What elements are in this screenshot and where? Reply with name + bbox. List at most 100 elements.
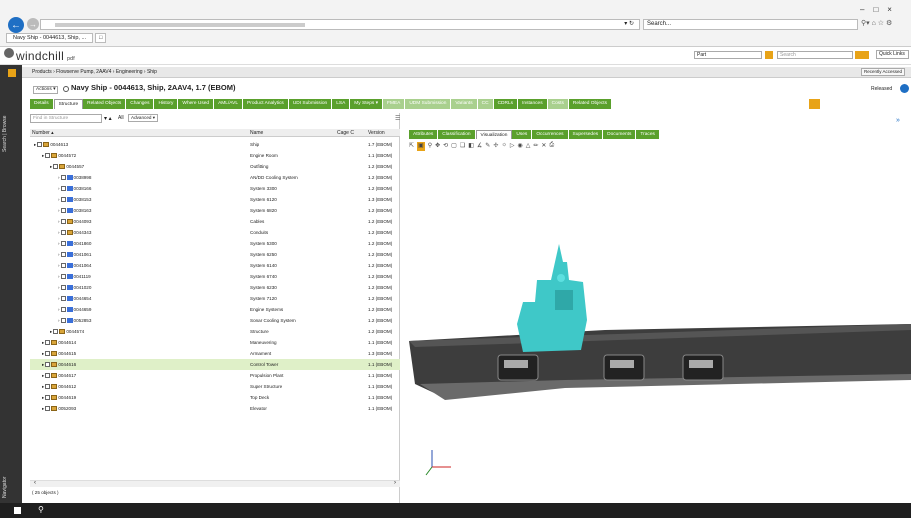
row-number[interactable]: 0044557 — [66, 161, 84, 172]
table-row[interactable]: › 0038153 System 6120 1.3 (EBOM) — [30, 194, 400, 205]
row-number[interactable]: 0052853 — [74, 315, 92, 326]
table-row[interactable]: › 0038166 System 3300 1.2 (EBOM) — [30, 183, 400, 194]
table-row[interactable]: › 0041061 System 6250 1.2 (EBOM) — [30, 249, 400, 260]
tab-cdrls[interactable]: CDRLs — [493, 99, 519, 109]
checkbox-icon[interactable] — [60, 219, 66, 224]
checkbox-icon[interactable] — [45, 395, 51, 400]
navigator-pin-icon[interactable] — [8, 69, 16, 77]
row-number[interactable]: 0041061 — [74, 249, 92, 260]
row-number[interactable]: 0038998 — [74, 172, 92, 183]
expand-icon[interactable]: ▸ — [42, 359, 44, 370]
table-row[interactable]: › 0044343 Conduits 1.2 (EBOM) — [30, 227, 400, 238]
table-row[interactable]: ▸ 0044619 Top Deck 1.1 (EBOM) — [30, 392, 400, 403]
expand-icon[interactable]: › — [58, 238, 60, 249]
advanced-button[interactable]: Advanced ▾ — [128, 114, 159, 122]
table-row[interactable]: ▸ 0044613 Ship 1.7 (EBOM) — [30, 139, 400, 150]
row-number[interactable]: 0044343 — [74, 227, 92, 238]
checkbox-icon[interactable] — [60, 252, 66, 257]
checkbox-icon[interactable] — [45, 373, 51, 378]
forward-icon[interactable]: → — [27, 18, 39, 30]
checkbox-icon[interactable] — [60, 230, 66, 235]
add-tab-icon[interactable] — [809, 99, 820, 109]
table-row[interactable]: ▸ 0044614 Maneuvering 1.1 (EBOM) — [30, 337, 400, 348]
checkbox-icon[interactable] — [37, 142, 43, 147]
checkbox-icon[interactable] — [45, 340, 51, 345]
view-cube-icon[interactable]: ❏ — [460, 142, 465, 151]
expand-icon[interactable]: › — [58, 227, 60, 238]
expand-icon[interactable]: ▸ — [42, 370, 44, 381]
expand-icon[interactable]: ▸ — [42, 348, 44, 359]
tab-traces[interactable]: Traces — [636, 130, 660, 139]
checkbox-icon[interactable] — [60, 241, 66, 246]
expand-icon[interactable]: › — [58, 304, 60, 315]
checkbox-icon[interactable] — [60, 197, 66, 202]
rail-tab-search-browse[interactable]: Search | Browse — [2, 100, 20, 152]
row-number[interactable]: 0041119 — [74, 271, 91, 282]
checkbox-icon[interactable] — [60, 186, 66, 191]
tab-details[interactable]: Details — [30, 99, 54, 109]
collapse-pane-icon[interactable]: » — [896, 117, 900, 124]
tab-product-analytics[interactable]: Product Analytics — [243, 99, 289, 109]
lighting-icon[interactable]: ☼ — [501, 142, 507, 151]
checkbox-icon[interactable] — [60, 318, 66, 323]
expand-icon[interactable]: ▸ — [50, 161, 52, 172]
quick-links-button[interactable]: Quick Links — [876, 50, 909, 59]
row-number[interactable]: 0038166 — [74, 183, 92, 194]
table-row[interactable]: › 0041119 System 6740 1.2 (EBOM) — [30, 271, 400, 282]
checkbox-icon[interactable] — [45, 351, 51, 356]
table-row[interactable]: › 0038163 System 6820 1.2 (EBOM) — [30, 205, 400, 216]
select-tool-icon[interactable]: ⇱ — [409, 142, 414, 151]
tab-related-objects[interactable]: Related Objects — [568, 99, 613, 109]
draw-icon[interactable]: ✏ — [533, 142, 538, 151]
row-number[interactable]: 0044093 — [74, 216, 92, 227]
tab-fmea[interactable]: FMEA — [383, 99, 406, 109]
expand-icon[interactable]: ▸ — [34, 139, 36, 150]
tab-my-steps[interactable]: My Steps ▾ — [350, 99, 384, 109]
tab-changes[interactable]: Changes — [126, 99, 155, 109]
breadcrumb[interactable]: Products › Flowserve Pump, 2AAV4 › Engin… — [22, 67, 911, 78]
tab-visualization[interactable]: Visualization — [475, 130, 513, 139]
table-row[interactable]: ▸ 0044572 Engine Room 1.1 (EBOM) — [30, 150, 400, 161]
table-row[interactable]: ▸ 0052093 Elevator 1.1 (EBOM) — [30, 403, 400, 414]
play-icon[interactable]: ▷ — [510, 142, 515, 151]
explode-icon[interactable]: ✢ — [493, 142, 498, 151]
checkbox-icon[interactable] — [45, 153, 51, 158]
header-search-input[interactable]: Search — [777, 51, 853, 59]
table-row[interactable]: › 0038998 AN/DD Cooling System 1.2 (EBOM) — [30, 172, 400, 183]
col-name[interactable]: Name — [250, 129, 263, 137]
row-number[interactable]: 0044617 — [58, 370, 76, 381]
horizontal-scrollbar[interactable]: ‹ › — [30, 480, 400, 487]
zoom-tool-icon[interactable]: ▣ — [417, 142, 425, 151]
checkbox-icon[interactable] — [60, 274, 66, 279]
expand-icon[interactable]: › — [58, 282, 60, 293]
expand-icon[interactable]: › — [58, 172, 60, 183]
tab-aml-avl[interactable]: AML/AVL — [214, 99, 244, 109]
tab-where-used[interactable]: Where Used — [178, 99, 215, 109]
table-row[interactable]: › 0052853 Sonar Cooling System 1.2 (EBOM) — [30, 315, 400, 326]
table-row[interactable]: › 0041860 System 5300 1.2 (EBOM) — [30, 238, 400, 249]
table-row[interactable]: › 0044093 Cables 1.2 (EBOM) — [30, 216, 400, 227]
tab-structure[interactable]: Structure — [53, 99, 84, 109]
actions-menu[interactable]: Actions ▾ — [33, 86, 59, 94]
tree-pane-menu-icon[interactable]: ☰ — [395, 115, 400, 122]
expand-icon[interactable]: ▸ — [42, 381, 44, 392]
checkbox-icon[interactable] — [60, 263, 66, 268]
row-number[interactable]: 0041020 — [74, 282, 92, 293]
row-number[interactable]: 0044572 — [58, 150, 76, 161]
row-number[interactable]: 0044613 — [50, 139, 68, 150]
print-icon[interactable]: ⎙ — [549, 142, 554, 151]
row-number[interactable]: 0044574 — [66, 326, 84, 337]
expand-icon[interactable]: › — [58, 271, 60, 282]
table-row[interactable]: ▸ 0044616 Control Tower 1.1 (EBOM) — [30, 359, 400, 370]
section-icon[interactable]: ◧ — [468, 142, 474, 151]
row-number[interactable]: 0044654 — [74, 293, 92, 304]
fit-icon[interactable]: ▢ — [451, 142, 457, 151]
expand-icon[interactable]: › — [58, 194, 60, 205]
row-number[interactable]: 0052093 — [58, 403, 76, 414]
tab-lsa[interactable]: LSA — [332, 99, 351, 109]
close-icon[interactable]: × — [887, 5, 892, 14]
col-version[interactable]: Version — [368, 129, 385, 137]
checkbox-icon[interactable] — [60, 175, 66, 180]
row-number[interactable]: 0041064 — [74, 260, 92, 271]
tab-attributes[interactable]: Attributes — [409, 130, 439, 139]
